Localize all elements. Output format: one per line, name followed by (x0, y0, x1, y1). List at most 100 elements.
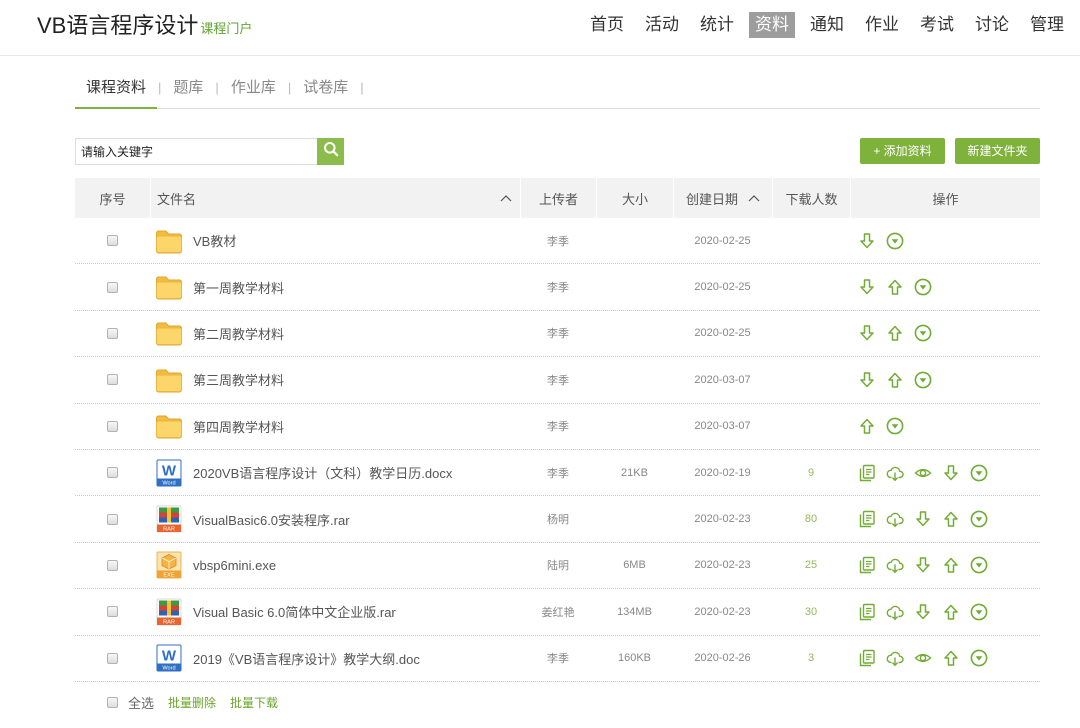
file-name[interactable]: VB教材 (193, 231, 236, 250)
select-all-checkbox[interactable] (107, 696, 118, 708)
file-name[interactable]: VisualBasic6.0安装程序.rar (193, 510, 350, 529)
file-name[interactable]: 第三周教学材料 (193, 370, 284, 389)
file-name[interactable]: 第一周教学材料 (193, 278, 284, 297)
row-select-cell (75, 264, 150, 309)
table-header: 序号 文件名 上传者 大小 创建日期 下载人数 操作 (75, 178, 1040, 218)
search-input[interactable] (75, 138, 317, 165)
uploader-name: 陆明 (547, 560, 569, 573)
nav-exams[interactable]: 考试 (914, 12, 960, 38)
circle-chevron-down-icon[interactable] (914, 371, 932, 389)
circle-chevron-down-icon[interactable] (914, 278, 932, 296)
row-checkbox[interactable] (107, 327, 118, 339)
svg-text:RAR: RAR (163, 526, 175, 532)
circle-chevron-down-icon[interactable] (970, 510, 988, 528)
new-folder-button[interactable]: 新建文件夹 (955, 138, 1040, 164)
circle-chevron-down-icon[interactable] (886, 232, 904, 250)
created-date: 2020-02-25 (694, 234, 751, 247)
arrow-down-icon[interactable] (858, 371, 876, 389)
row-actions (850, 636, 1040, 681)
file-name[interactable]: vbsp6mini.exe (193, 558, 276, 573)
circle-chevron-down-icon[interactable] (970, 556, 988, 574)
circle-chevron-down-icon[interactable] (914, 324, 932, 342)
nav-home[interactable]: 首页 (584, 12, 630, 38)
nav-notifications[interactable]: 通知 (804, 12, 850, 38)
cloud-download-icon[interactable] (886, 510, 904, 528)
row-actions (850, 218, 1040, 263)
created-date: 2020-02-25 (694, 281, 751, 294)
arrow-down-icon[interactable] (942, 464, 960, 482)
row-checkbox[interactable] (107, 652, 118, 664)
eye-icon[interactable] (914, 464, 932, 482)
cloud-download-icon[interactable] (886, 556, 904, 574)
select-all-label[interactable]: 全选 (128, 693, 154, 712)
nav-statistics[interactable]: 统计 (694, 12, 740, 38)
document-preview-icon[interactable] (858, 603, 876, 621)
column-header-name[interactable]: 文件名 (150, 178, 520, 218)
row-actions (850, 543, 1040, 588)
eye-icon[interactable] (914, 649, 932, 667)
arrow-down-icon[interactable] (858, 278, 876, 296)
table-body: VB教材 李季 2020-02-25 第一周教学材料 李季 2020-02-25 第二周… (75, 218, 1040, 682)
arrow-up-icon[interactable] (942, 603, 960, 621)
download-count (772, 357, 850, 402)
arrow-down-icon[interactable] (914, 556, 932, 574)
tab-question-bank[interactable]: 题库 (162, 75, 214, 108)
arrow-down-icon[interactable] (914, 603, 932, 621)
download-count: 30 (804, 605, 818, 618)
arrow-up-icon[interactable] (942, 556, 960, 574)
row-checkbox[interactable] (107, 513, 118, 525)
circle-chevron-down-icon[interactable] (970, 464, 988, 482)
created-date: 2020-02-19 (694, 466, 751, 479)
cloud-download-icon[interactable] (886, 464, 904, 482)
batch-delete-link[interactable]: 批量删除 (168, 694, 216, 711)
row-checkbox[interactable] (107, 420, 118, 432)
cloud-download-icon[interactable] (886, 603, 904, 621)
file-name[interactable]: 第四周教学材料 (193, 417, 284, 436)
circle-chevron-down-icon[interactable] (970, 603, 988, 621)
nav-assignments[interactable]: 作业 (859, 12, 905, 38)
tab-assignment-library[interactable]: 作业库 (220, 75, 287, 108)
file-name[interactable]: 2020VB语言程序设计（文科）教学日历.docx (193, 463, 452, 482)
nav-management[interactable]: 管理 (1024, 12, 1070, 38)
search-button[interactable] (317, 138, 344, 165)
file-name[interactable]: 第二周教学材料 (193, 324, 284, 343)
row-checkbox[interactable] (107, 235, 118, 247)
course-portal-link[interactable]: 课程门户 (200, 18, 252, 37)
file-name[interactable]: Visual Basic 6.0简体中文企业版.rar (193, 602, 396, 621)
arrow-up-icon[interactable] (942, 649, 960, 667)
arrow-up-icon[interactable] (942, 510, 960, 528)
nav-discussion[interactable]: 讨论 (969, 12, 1015, 38)
arrow-up-icon[interactable] (858, 417, 876, 435)
row-checkbox[interactable] (107, 559, 118, 571)
column-header-created[interactable]: 创建日期 (673, 178, 772, 218)
file-size: 134MB (617, 605, 652, 618)
arrow-up-icon[interactable] (886, 324, 904, 342)
row-checkbox[interactable] (107, 281, 118, 293)
document-preview-icon[interactable] (858, 464, 876, 482)
row-checkbox[interactable] (107, 467, 118, 479)
circle-chevron-down-icon[interactable] (970, 649, 988, 667)
document-preview-icon[interactable] (858, 556, 876, 574)
add-material-button[interactable]: + 添加资料 (860, 138, 945, 164)
arrow-down-icon[interactable] (914, 510, 932, 528)
arrow-up-icon[interactable] (886, 371, 904, 389)
arrow-down-icon[interactable] (858, 232, 876, 250)
cloud-download-icon[interactable] (886, 649, 904, 667)
circle-chevron-down-icon[interactable] (886, 417, 904, 435)
table-row: RAR VisualBasic6.0安装程序.rar 杨明 2020-02-23 80 (75, 496, 1040, 543)
nav-activity[interactable]: 活动 (639, 12, 685, 38)
arrow-down-icon[interactable] (858, 324, 876, 342)
batch-download-link[interactable]: 批量下载 (230, 694, 278, 711)
row-checkbox[interactable] (107, 606, 118, 618)
document-preview-icon[interactable] (858, 510, 876, 528)
download-count (772, 404, 850, 449)
file-name-cell: 第四周教学材料 (150, 404, 520, 449)
file-name[interactable]: 2019《VB语言程序设计》教学大纲.doc (193, 649, 420, 668)
document-preview-icon[interactable] (858, 649, 876, 667)
nav-materials[interactable]: 资料 (749, 12, 795, 38)
arrow-up-icon[interactable] (886, 278, 904, 296)
row-checkbox[interactable] (107, 374, 118, 386)
tab-course-materials[interactable]: 课程资料 (75, 75, 158, 109)
tab-exam-library[interactable]: 试卷库 (292, 75, 359, 108)
row-select-cell (75, 311, 150, 356)
